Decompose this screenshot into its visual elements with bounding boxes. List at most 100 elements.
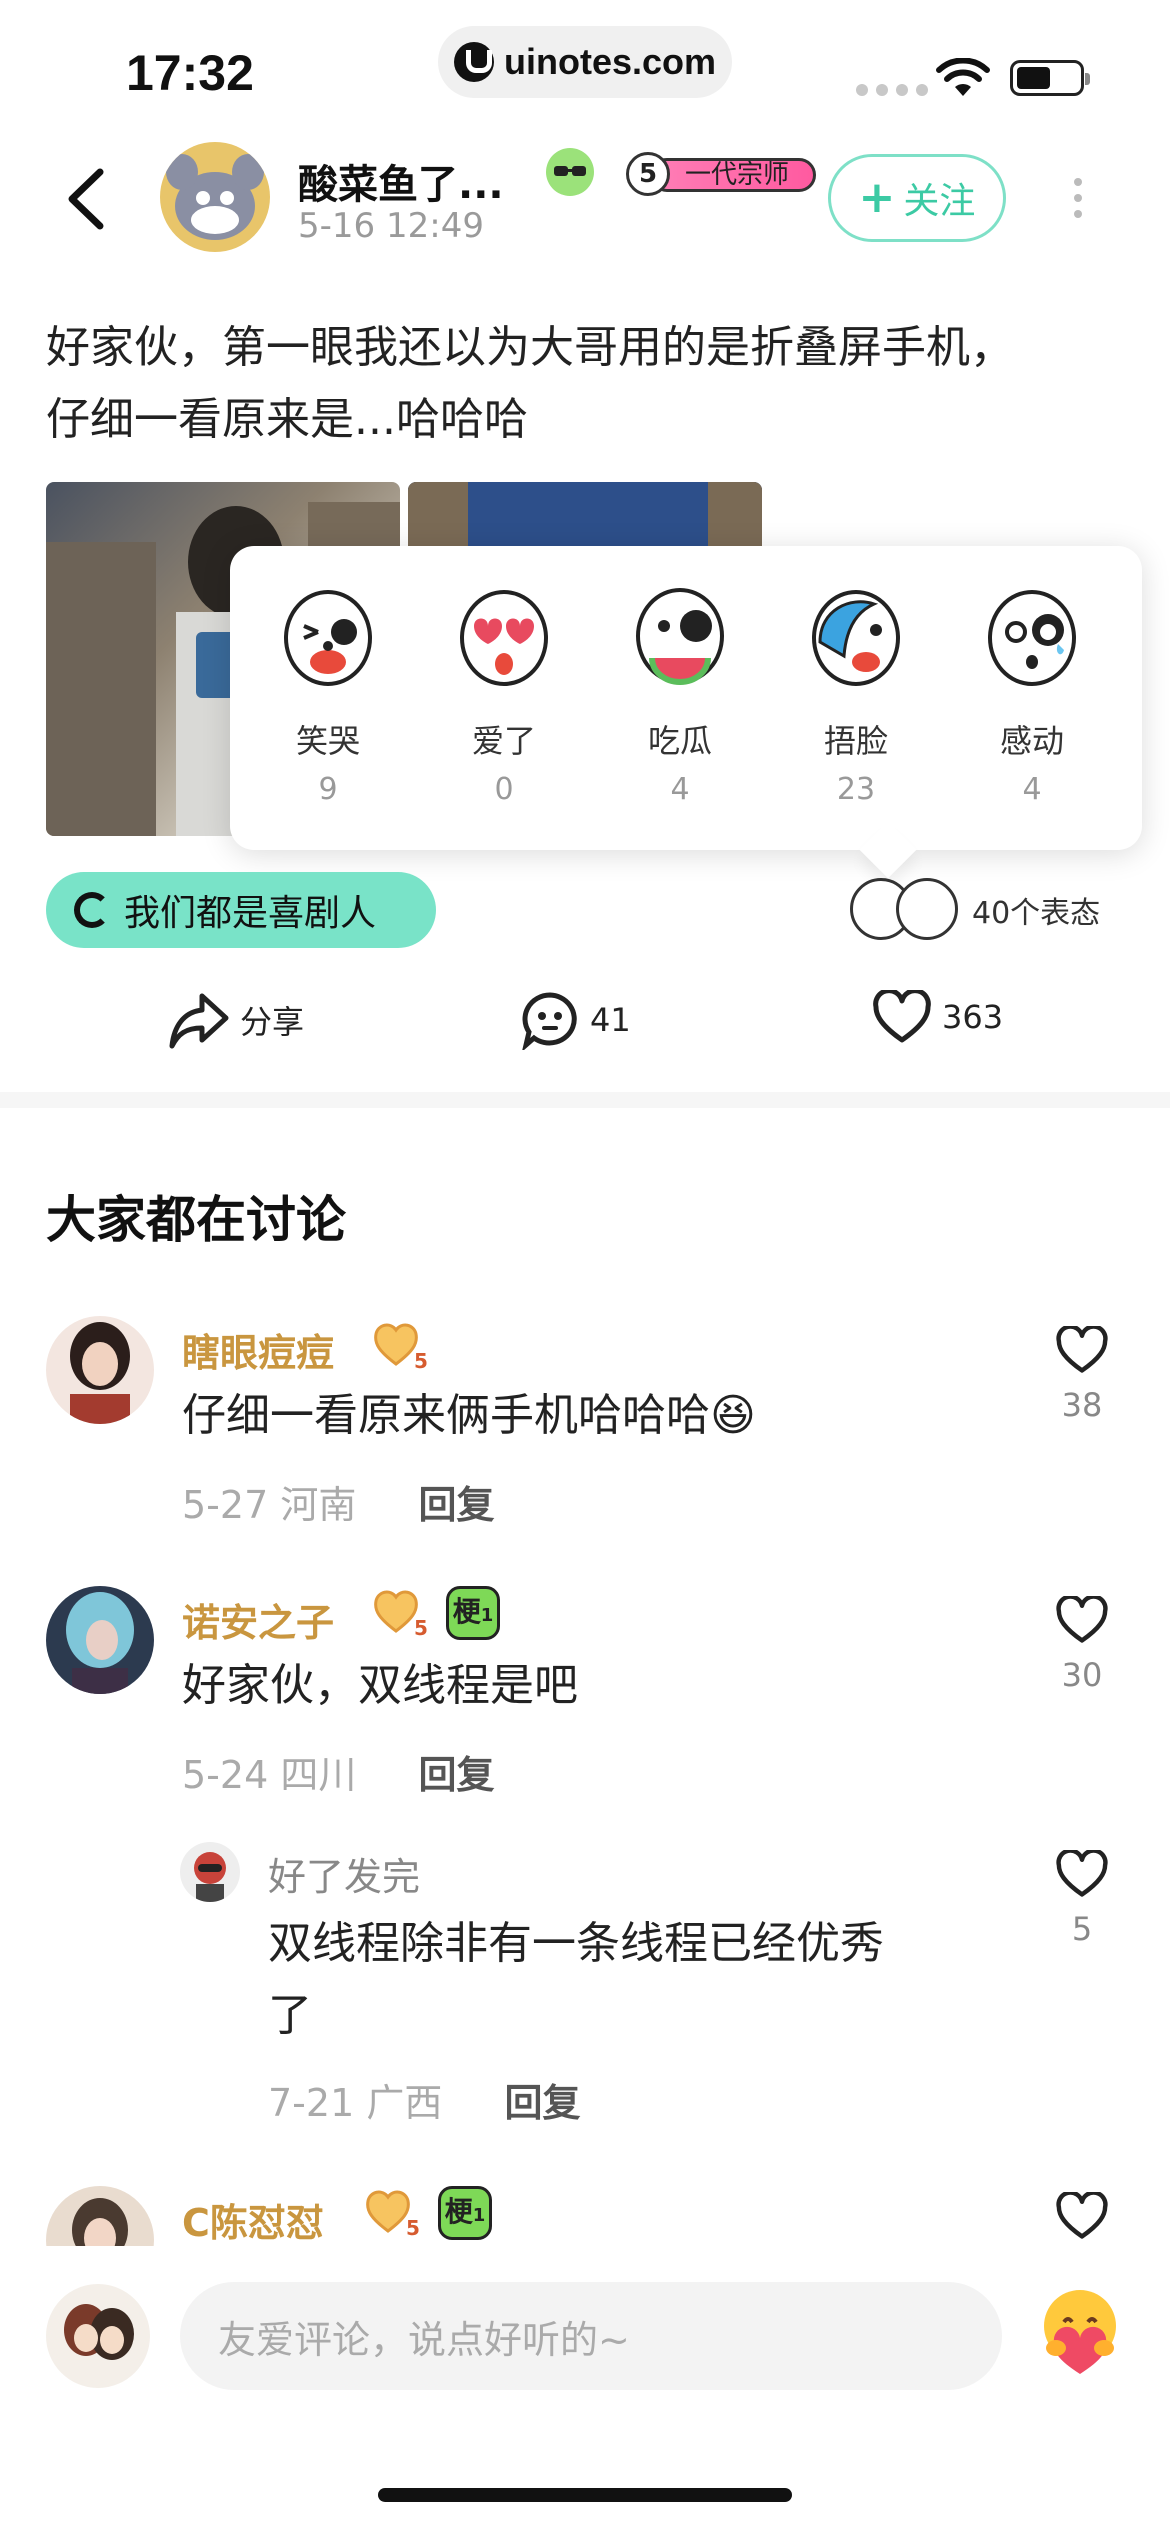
- geng-badge-label: 梗: [444, 2195, 473, 2228]
- comment-icon: [522, 992, 577, 1050]
- reaction-count: 9: [318, 772, 338, 807]
- comment-text: 好家伙，双线程是吧: [182, 1660, 578, 1711]
- geng-badge-level: 1: [480, 1605, 494, 1626]
- reaction-touched[interactable]: 感动 4: [952, 586, 1112, 807]
- my-avatar[interactable]: [46, 2284, 150, 2388]
- back-arrow-icon[interactable]: [58, 164, 118, 234]
- home-indicator: [378, 2488, 792, 2502]
- comment-like-button[interactable]: 30: [1052, 1594, 1112, 1694]
- plus-icon: +: [858, 172, 896, 223]
- uinotes-logo-icon: [453, 42, 494, 82]
- post-time: 5-16 12:49: [298, 206, 484, 246]
- status-time: 17:32: [126, 45, 254, 101]
- reply-like-count: 5: [1071, 1910, 1093, 1948]
- wifi-icon: [936, 58, 990, 96]
- comment-date: 5-27: [182, 1483, 269, 1527]
- comment-like-button[interactable]: [1052, 2190, 1112, 2244]
- url-pill: uinotes.com: [438, 26, 732, 98]
- comment-count: 41: [590, 1001, 631, 1039]
- commenter-avatar[interactable]: [46, 1316, 154, 1424]
- topic-tag[interactable]: 我们都是喜剧人: [46, 872, 436, 948]
- reply-text-line: 了: [268, 1990, 312, 2041]
- battery-icon: [1010, 60, 1090, 96]
- comment-like-button[interactable]: 38: [1052, 1324, 1112, 1424]
- reply-avatar[interactable]: [180, 1842, 240, 1902]
- commenter-badges: 5: [372, 1322, 432, 1373]
- commenter-name[interactable]: C陈怼怼: [182, 2192, 324, 2247]
- touched-face-icon: [988, 590, 1076, 686]
- reaction-count: 23: [836, 772, 876, 807]
- reaction-faces-icon: [850, 878, 960, 942]
- reactions-summary[interactable]: 40个表态: [850, 878, 1100, 942]
- heart-eyes-face-icon: [460, 590, 548, 686]
- reaction-eat-melon[interactable]: 吃瓜 4: [600, 586, 760, 807]
- reply-meta: 7-21 广西 回复: [268, 2072, 580, 2127]
- reply-author[interactable]: 好了发完: [268, 1846, 420, 1901]
- reply-button[interactable]: 回复: [504, 2081, 580, 2125]
- more-options-icon[interactable]: [1074, 178, 1082, 218]
- commenter-name[interactable]: 瞎眼痘痘: [182, 1322, 334, 1377]
- url-text: uinotes.com: [503, 41, 717, 82]
- commenter-avatar[interactable]: [46, 1586, 154, 1694]
- reaction-label: 笑哭: [295, 722, 360, 760]
- topic-label: 我们都是喜剧人: [124, 893, 377, 934]
- comment-meta: 5-24 四川 回复: [182, 1744, 494, 1799]
- comment-button[interactable]: 41: [520, 990, 631, 1050]
- reply-button[interactable]: 回复: [418, 1753, 494, 1797]
- heart-level-badge-icon: 5: [372, 1322, 432, 1373]
- commenter-name[interactable]: 诺安之子: [182, 1592, 334, 1647]
- hugging-heart-emoji-icon[interactable]: [1030, 2282, 1130, 2382]
- author-avatar[interactable]: [160, 142, 270, 252]
- share-button[interactable]: 分享: [168, 990, 304, 1050]
- section-divider: [0, 1092, 1170, 1108]
- reaction-facepalm[interactable]: 捂脸 23: [776, 586, 936, 807]
- reply-location: 广西: [366, 2081, 443, 2125]
- follow-label: 关注: [903, 181, 976, 222]
- reaction-laugh-cry[interactable]: 笑哭 9: [248, 586, 408, 807]
- reactions-popup: 笑哭 9 爱了 0 吃瓜 4 捂脸 23 感动 4: [230, 546, 1142, 850]
- reply-text-line: 双线程除非有一条线程已经优秀: [268, 1918, 884, 1969]
- reaction-love[interactable]: 爱了 0: [424, 586, 584, 807]
- cellular-signal-icon: [856, 84, 928, 96]
- comment-date: 5-24: [182, 1753, 269, 1797]
- heart-level-badge-icon: 5: [372, 1589, 432, 1640]
- heart-level-number: 5: [414, 1616, 428, 1637]
- comment-location: 河南: [280, 1483, 357, 1527]
- geng-badge: 梗1: [438, 2186, 492, 2240]
- post-body: 好家伙，第一眼我还以为大哥用的是折叠屏手机， 仔细一看原来是...哈哈哈: [46, 312, 1136, 456]
- commenter-badges: 5 梗1: [372, 1586, 500, 1640]
- status-bar: 17:32 uinotes.com: [0, 0, 1170, 130]
- heart-icon: [1056, 1324, 1108, 1373]
- facepalm-face-icon: [812, 590, 900, 686]
- section-title: 大家都在讨论: [46, 1191, 346, 1249]
- share-label: 分享: [240, 1003, 305, 1041]
- level-number: 5: [626, 152, 670, 196]
- reply-like-button[interactable]: 5: [1052, 1848, 1112, 1948]
- reply-text: 双线程除非有一条线程已经优秀 了: [268, 1908, 1008, 2052]
- follow-button[interactable]: + 关注: [828, 154, 1006, 242]
- title-badge-label: 一代宗师: [650, 158, 816, 192]
- laugh-cry-face-icon: [284, 590, 372, 686]
- geng-badge-label: 梗: [452, 1595, 481, 1628]
- author-name[interactable]: 酸菜鱼了...: [298, 152, 504, 210]
- comment-location: 四川: [280, 1753, 357, 1797]
- watermelon-face-icon: [636, 588, 724, 685]
- like-button[interactable]: 363: [872, 990, 1003, 1044]
- comment-input[interactable]: 友爱评论，说点好听的~: [180, 2282, 1002, 2390]
- heart-icon: [1056, 1594, 1108, 1643]
- comment-input-placeholder: 友爱评论，说点好听的~: [218, 2317, 630, 2362]
- reaction-count: 0: [494, 772, 514, 807]
- reaction-label: 捂脸: [823, 722, 888, 760]
- heart-level-badge-icon: 5: [364, 2189, 424, 2240]
- reply-button[interactable]: 回复: [418, 1483, 494, 1527]
- geng-badge: 梗1: [446, 1586, 500, 1640]
- heart-level-number: 5: [406, 2216, 420, 2237]
- reaction-count: 4: [1022, 772, 1042, 807]
- geng-badge-level: 1: [472, 2205, 486, 2226]
- like-count: 363: [942, 998, 1004, 1036]
- glasses-badge-icon: [546, 148, 594, 196]
- comment-like-count: 38: [1061, 1386, 1103, 1424]
- post-text-line: 仔细一看原来是...哈哈哈: [46, 394, 528, 445]
- reaction-label: 感动: [999, 722, 1064, 760]
- heart-level-number: 5: [414, 1349, 428, 1370]
